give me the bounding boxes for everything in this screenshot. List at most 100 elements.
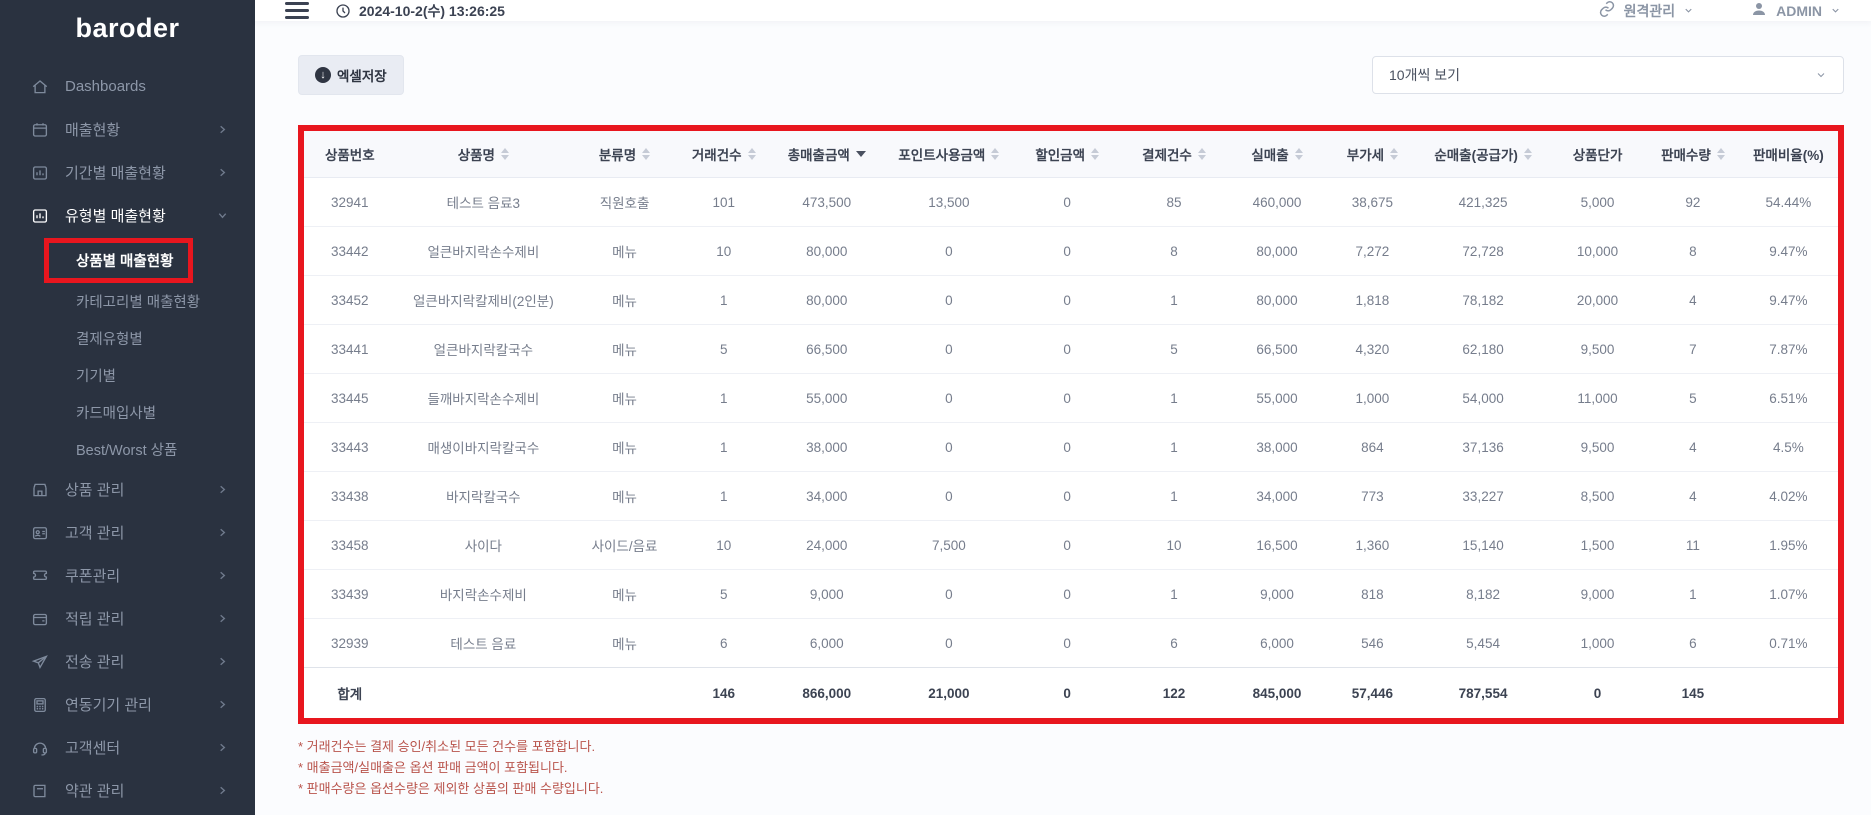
column-header[interactable]: 결제건수 <box>1120 131 1228 178</box>
column-header[interactable]: 포인트사용금액 <box>884 131 1014 178</box>
table-cell: 0 <box>1013 422 1121 472</box>
column-header-label: 총매출금액 <box>787 148 850 163</box>
column-header[interactable]: 거래건수 <box>677 131 770 178</box>
column-header: 판매비율(%) <box>1738 131 1838 178</box>
table-cell: 0 <box>884 618 1014 668</box>
sidebar-subitem[interactable]: 상품별 매출현황 <box>0 237 255 283</box>
table-cell: 78,182 <box>1418 275 1548 325</box>
column-header[interactable]: 할인금액 <box>1013 131 1121 178</box>
column-header[interactable]: 분류명 <box>571 131 678 178</box>
table-cell: 32939 <box>304 618 396 668</box>
table-cell: 80,000 <box>1227 226 1327 276</box>
table-row: 33452 얼큰바지락칼제비(2인분) 메뉴 1 80,000 0 0 1 80,000 1,81… <box>304 275 1838 325</box>
remote-manage-dropdown[interactable]: 원격관리 <box>1598 0 1695 21</box>
sidebar-item[interactable]: 적립 관리 <box>0 597 255 640</box>
table-cell: 80,000 <box>1227 275 1327 325</box>
sidebar-subitem[interactable]: Best/Worst 상품 <box>0 431 255 468</box>
table-total-cell: 787,554 <box>1418 667 1548 718</box>
column-header[interactable]: 실매출 <box>1227 131 1327 178</box>
page-size-select[interactable]: 10개씩 보기 <box>1372 56 1844 94</box>
table-cell: 0 <box>1013 618 1121 668</box>
table-cell: 10 <box>677 520 770 570</box>
table-row: 32939 테스트 음료 메뉴 6 6,000 0 0 6 6,000 546 5,454 1,000… <box>304 618 1838 668</box>
column-header-label: 상품단가 <box>1572 148 1623 163</box>
sidebar-item[interactable]: 고객센터 <box>0 726 255 769</box>
sales-by-product-table: 상품번호 상품명 분류명 거래건수 총매출금액 포인트사용금액 할인금액 결제건수 실매출 부가세… <box>304 131 1838 718</box>
sidebar-item[interactable]: 기간별 매출현황 <box>0 151 255 194</box>
table-total-cell: 122 <box>1120 667 1228 718</box>
chevron-right-icon <box>217 699 229 711</box>
table-cell: 메뉴 <box>571 226 678 276</box>
hamburger-menu-icon[interactable] <box>285 2 309 19</box>
sidebar-item-label: 유형별 매출현황 <box>65 208 166 225</box>
table-cell: 7,272 <box>1326 226 1419 276</box>
sidebar-subitem[interactable]: 카테고리별 매출현황 <box>0 283 255 320</box>
table-cell: 818 <box>1326 569 1419 619</box>
table-cell: 1,500 <box>1547 520 1648 570</box>
sidebar-item[interactable]: 상품 관리 <box>0 468 255 511</box>
sort-icon <box>500 148 509 160</box>
table-cell: 0 <box>884 373 1014 423</box>
topbar: 2024-10-2(수) 13:26:25 원격관리 ADMIN <box>255 0 1871 21</box>
store-icon <box>30 480 50 500</box>
column-header[interactable]: 상품명 <box>395 131 572 178</box>
column-header-label: 순매출(공급가) <box>1434 148 1518 163</box>
sidebar-item[interactable]: Dashboards <box>0 65 255 108</box>
column-header[interactable]: 총매출금액 <box>769 131 884 178</box>
chevron-right-icon <box>217 742 229 754</box>
admin-user-dropdown[interactable]: ADMIN <box>1750 0 1841 21</box>
period-chart-icon <box>30 163 50 183</box>
table-cell: 1 <box>677 422 770 472</box>
sidebar-nav: Dashboards 매출현황 기간별 매출현황유형별 매출현황상품별 매출현황 카테… <box>0 57 255 812</box>
chevron-right-icon <box>217 656 229 668</box>
brand-logo[interactable]: baroder <box>0 0 255 57</box>
table-total-cell: 0 <box>1013 667 1121 718</box>
chevron-right-icon <box>217 167 229 179</box>
table-cell: 테스트 음료 <box>395 618 572 668</box>
column-header[interactable]: 순매출(공급가) <box>1418 131 1548 178</box>
table-row: 33442 얼큰바지락손수제비 메뉴 10 80,000 0 0 8 80,000 7,272 72… <box>304 226 1838 276</box>
column-header-label: 분류명 <box>598 148 637 163</box>
table-cell: 1,818 <box>1326 275 1419 325</box>
table-cell: 460,000 <box>1252 194 1302 210</box>
table-cell: 54,000 <box>1418 373 1548 423</box>
table-total-cell: 146 <box>677 667 770 718</box>
table-cell: 72,728 <box>1418 226 1548 276</box>
sidebar-item[interactable]: 매출현황 <box>0 108 255 151</box>
sidebar-item[interactable]: 전송 관리 <box>0 640 255 683</box>
column-header[interactable]: 부가세 <box>1326 131 1419 178</box>
table-cell: 34,000 <box>1227 471 1327 521</box>
sort-icon <box>747 148 756 160</box>
table-cell: 얼큰바지락손수제비 <box>395 226 572 276</box>
terms-icon <box>30 781 50 801</box>
sort-icon <box>991 148 1000 160</box>
sidebar-item[interactable]: 연동기기 관리 <box>0 683 255 726</box>
column-header[interactable]: 판매수량 <box>1647 131 1739 178</box>
table-cell: 55,000 <box>1227 373 1327 423</box>
table-cell: 9.47% <box>1738 226 1838 276</box>
sidebar-item[interactable]: 유형별 매출현황 <box>0 194 255 237</box>
table-cell: 얼큰바지락칼국수 <box>395 324 572 374</box>
chevron-right-icon <box>217 484 229 496</box>
table-cell: 92 <box>1685 194 1701 210</box>
sidebar-subitem[interactable]: 기기별 <box>0 357 255 394</box>
download-icon: ↓ <box>315 67 331 83</box>
sidebar-item[interactable]: 쿠폰관리 <box>0 554 255 597</box>
sidebar-item[interactable]: 약관 관리 <box>0 769 255 812</box>
table-cell: 13,500 <box>928 194 970 210</box>
table-cell: 6.51% <box>1738 373 1838 423</box>
sidebar-item-label: 쿠폰관리 <box>65 568 121 585</box>
table-cell: 33445 <box>304 373 396 423</box>
table-total-cell: 합계 <box>304 667 396 718</box>
sidebar-item[interactable]: 고객 관리 <box>0 511 255 554</box>
excel-save-button[interactable]: ↓ 엑셀저장 <box>298 55 404 95</box>
sidebar-subitem[interactable]: 카드매입사별 <box>0 394 255 431</box>
table-total-cell: 57,446 <box>1326 667 1419 718</box>
table-cell: 0 <box>884 422 1014 472</box>
sidebar-subitem[interactable]: 결제유형별 <box>0 320 255 357</box>
table-cell: 0 <box>1013 324 1121 374</box>
table-cell: 5,000 <box>1580 194 1615 210</box>
chevron-right-icon <box>217 527 229 539</box>
table-cell: 66,500 <box>769 324 884 374</box>
table-cell: 1 <box>677 373 770 423</box>
